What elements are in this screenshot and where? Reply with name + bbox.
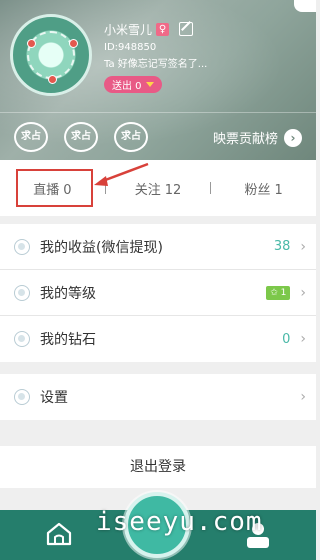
earnings-value: 38 xyxy=(273,239,291,254)
avatar-dot xyxy=(48,75,57,84)
menu-item-earnings[interactable]: 我的收益(微信提现) 38 › xyxy=(0,224,316,270)
chevron-right-icon: › xyxy=(300,389,306,405)
medal-badge-3[interactable]: 求占 xyxy=(114,122,148,152)
diamonds-value: 0 xyxy=(282,331,291,347)
header-divider xyxy=(0,112,316,113)
edit-icon[interactable] xyxy=(179,22,194,36)
menu-item-label: 我的收益(微信提现) xyxy=(40,239,163,256)
earnings-icon xyxy=(14,238,30,255)
triangle-down-icon xyxy=(145,82,154,87)
profile-info: 小米雪儿 ♀ ID:948850 Ta 好像忘记写签名了... 送出 0 xyxy=(104,20,207,93)
level-badge: ✩ 1 xyxy=(266,285,291,300)
home-icon[interactable] xyxy=(46,522,72,546)
leaderboard-link[interactable]: 映票贡献榜 › xyxy=(213,128,302,147)
diamond-icon xyxy=(14,331,30,347)
medal-row: 求占 求占 求占 xyxy=(14,122,148,152)
menu-item-label: 我的等级 xyxy=(40,285,96,302)
user-name: 小米雪儿 xyxy=(104,22,153,37)
menu-item-label: 我的钻石 xyxy=(40,332,96,348)
settings-icon xyxy=(14,389,30,405)
corner-tab xyxy=(294,0,316,12)
watermark-text: iseeyu.com xyxy=(96,507,263,537)
gender-female-icon: ♀ xyxy=(156,22,170,36)
stat-fans-label: 粉丝 xyxy=(244,182,271,198)
user-id: ID:948850 xyxy=(104,42,157,53)
menu-group-1: 我的收益(微信提现) 38 › 我的等级 ✩ 1 › 我的钻石 0 › xyxy=(0,224,316,362)
chevron-right-icon: › xyxy=(284,128,302,147)
stat-follow-count: 12 xyxy=(164,182,182,198)
sent-label: 送出 0 xyxy=(112,81,142,92)
menu-item-diamonds[interactable]: 我的钻石 0 › xyxy=(0,316,316,362)
stat-fans-count: 1 xyxy=(274,182,283,198)
annotation-arrow-icon xyxy=(94,162,149,186)
sent-badge[interactable]: 送出 0 xyxy=(104,76,162,93)
annotation-highlight-box xyxy=(16,169,93,207)
menu-item-settings[interactable]: 设置 › xyxy=(0,374,316,420)
logout-button[interactable]: 退出登录 xyxy=(0,446,316,488)
user-signature: Ta 好像忘记写签名了... xyxy=(104,59,208,70)
stat-fans[interactable]: 粉丝 1 xyxy=(211,179,316,198)
avatar[interactable] xyxy=(10,14,92,96)
avatar-dot xyxy=(69,39,78,48)
chevron-right-icon: › xyxy=(300,331,306,347)
menu-item-level[interactable]: 我的等级 ✩ 1 › xyxy=(0,270,316,316)
chevron-right-icon: › xyxy=(300,284,306,301)
leaderboard-label: 映票贡献榜 xyxy=(212,132,278,147)
medal-badge-2[interactable]: 求占 xyxy=(64,122,98,152)
medal-badge-1[interactable]: 求占 xyxy=(14,122,48,152)
menu-item-label: 设置 xyxy=(40,390,68,406)
chevron-right-icon: › xyxy=(300,238,306,255)
avatar-ring xyxy=(27,31,75,79)
menu-group-2: 设置 › xyxy=(0,374,316,420)
avatar-dot xyxy=(27,39,36,48)
star-icon xyxy=(14,284,30,301)
